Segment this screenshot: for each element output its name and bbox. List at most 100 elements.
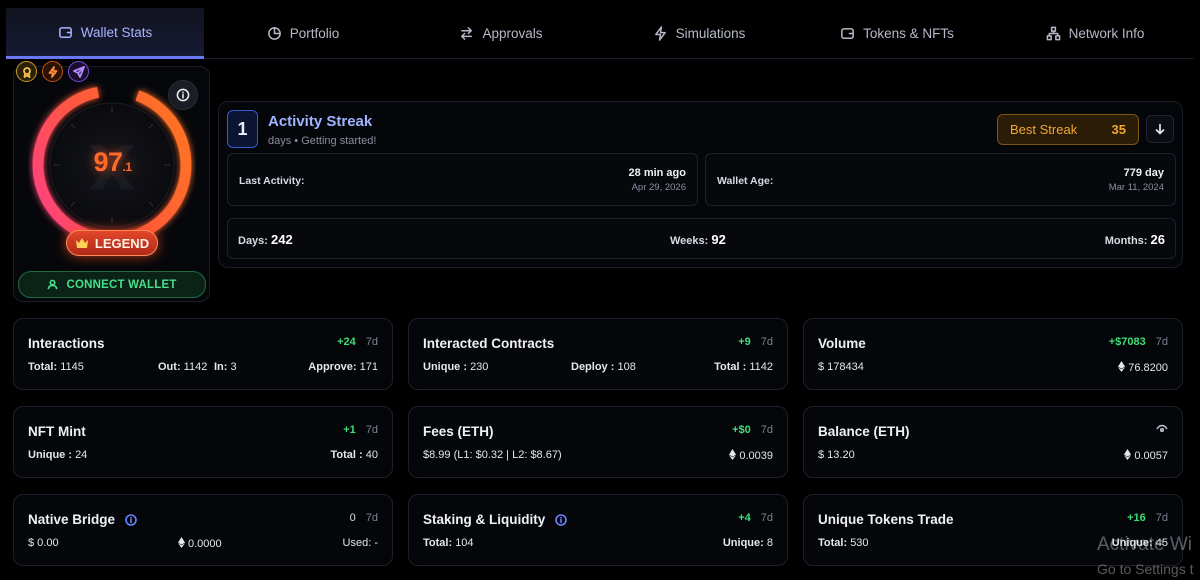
total-label: Total: xyxy=(818,537,848,549)
tab-tokens-nfts[interactable]: Tokens & NFTs xyxy=(798,8,996,59)
months-value: 26 xyxy=(1150,232,1165,247)
best-streak-value: 35 xyxy=(1111,122,1126,137)
usd-value: $ 13.20 xyxy=(818,449,855,461)
lightning-icon xyxy=(654,26,666,41)
card-delta: 0 7d xyxy=(350,512,378,524)
total-stat: Total : 1142 xyxy=(714,361,773,373)
months-count: Months: 26 xyxy=(1105,232,1165,247)
arrow-down-icon xyxy=(1155,123,1165,135)
last-activity-date: Apr 29, 2026 xyxy=(631,182,686,193)
swap-arrows-icon xyxy=(461,27,473,40)
card-title-text: Volume xyxy=(818,336,866,351)
eth-value: 0.0057 xyxy=(1134,450,1168,462)
ethereum-icon xyxy=(178,537,185,548)
pie-chart-icon xyxy=(267,27,281,40)
card-details: Total: 1145 Out: 1142 In: 3 Approve: 171 xyxy=(28,361,378,375)
send-badge[interactable] xyxy=(68,61,89,82)
rank-label: LEGEND xyxy=(94,235,150,251)
wallet-age-value: 779 day xyxy=(1123,167,1164,179)
score-value: 97.1 xyxy=(14,147,211,178)
connect-wallet-button[interactable]: CONNECT WALLET xyxy=(18,271,206,298)
lightning-badge[interactable] xyxy=(42,61,63,82)
expand-button[interactable] xyxy=(1146,115,1174,143)
eye-icon[interactable] xyxy=(1156,424,1168,434)
medal-badge[interactable] xyxy=(16,61,37,82)
card-title: NFT Mint xyxy=(28,424,86,439)
total-value: 1145 xyxy=(60,361,84,373)
unique-stat: Unique: 8 xyxy=(723,537,773,549)
activation-watermark-subtitle: Go to Settings t xyxy=(1097,561,1194,577)
tab-label: Simulations xyxy=(675,26,746,41)
eth-stat: 0.0000 xyxy=(178,537,222,550)
delta-period: 7d xyxy=(760,512,773,524)
eth-value: 76.8200 xyxy=(1128,362,1168,374)
out-label: Out: xyxy=(158,361,181,373)
delta-period: 7d xyxy=(760,336,773,348)
wallet-icon xyxy=(841,28,854,39)
card-delta: +$0 7d xyxy=(732,424,773,436)
score-decimal: .1 xyxy=(122,160,133,174)
connect-wallet-label: CONNECT WALLET xyxy=(66,278,177,291)
tab-portfolio[interactable]: Portfolio xyxy=(204,8,402,59)
card-details: $8.99 (L1: $0.32 | L2: $8.67) 0.0039 xyxy=(423,449,773,463)
last-activity-info: 28 min ago Apr 29, 2026 xyxy=(629,167,686,193)
fees-card: Fees (ETH) +$0 7d $8.99 (L1: $0.32 | L2:… xyxy=(408,406,788,478)
best-streak-badge[interactable]: Best Streak 35 xyxy=(997,114,1139,145)
rank-badge: LEGEND xyxy=(66,230,158,256)
card-title: Native Bridge xyxy=(28,512,137,527)
days-label: Days: xyxy=(238,235,268,247)
used-stat: Used: - xyxy=(343,537,378,549)
card-title: Staking & Liquidity xyxy=(423,512,568,527)
tab-bar: Wallet Stats Portfolio Approvals Simulat… xyxy=(6,8,1194,59)
card-details: Total: 104 Unique: 8 xyxy=(423,537,773,551)
total-value: 1142 xyxy=(749,361,773,373)
info-icon[interactable] xyxy=(555,513,568,526)
eth-stat: 0.0039 xyxy=(729,449,773,462)
card-delta: +4 7d xyxy=(738,512,773,524)
unique-label: Unique: xyxy=(722,537,764,549)
usd-value: $ 0.00 xyxy=(28,537,59,549)
months-label: Months: xyxy=(1104,235,1148,247)
tab-network-info[interactable]: Network Info xyxy=(996,8,1194,59)
card-details: Unique : 24 Total : 40 xyxy=(28,449,378,463)
score-info-button[interactable] xyxy=(168,80,198,110)
volume-card: Volume +$7083 7d $ 178434 76.8200 xyxy=(803,318,1183,390)
delta-value: +1 xyxy=(343,424,356,436)
weeks-count: Weeks: 92 xyxy=(670,232,726,247)
achievement-badges xyxy=(16,61,89,82)
balance-card: Balance (ETH) $ 13.20 0.0057 xyxy=(803,406,1183,478)
card-title-text: Interactions xyxy=(28,336,105,351)
delta-period: 7d xyxy=(365,512,378,524)
card-delta: +24 7d xyxy=(337,336,378,348)
card-title-text: Unique Tokens Trade xyxy=(818,512,954,527)
tab-approvals[interactable]: Approvals xyxy=(402,8,600,59)
user-icon xyxy=(47,279,58,290)
card-delta: +16 7d xyxy=(1127,512,1168,524)
eth-stat: 76.8200 xyxy=(1118,361,1168,374)
unique-label: Unique : xyxy=(423,361,467,373)
card-delta: +1 7d xyxy=(343,424,378,436)
unique-label: Unique : xyxy=(28,449,72,461)
fees-detail: $8.99 (L1: $0.32 | L2: $8.67) xyxy=(423,449,562,461)
last-activity-label: Last Activity: xyxy=(239,175,305,187)
last-activity-box: Last Activity: 28 min ago Apr 29, 2026 xyxy=(227,153,698,206)
card-details: $ 13.20 0.0057 xyxy=(818,449,1168,463)
deploy-value: 108 xyxy=(617,361,636,373)
lightning-icon xyxy=(48,65,57,78)
wallet-age-label: Wallet Age: xyxy=(717,175,774,187)
delta-period: 7d xyxy=(1155,512,1168,524)
delta-period: 7d xyxy=(365,336,378,348)
tab-simulations[interactable]: Simulations xyxy=(600,8,798,59)
info-icon[interactable] xyxy=(125,513,137,526)
used-label: Used: xyxy=(342,537,372,549)
tab-wallet-stats[interactable]: Wallet Stats xyxy=(6,8,204,59)
interacted-contracts-card: Interacted Contracts +9 7d Unique : 230 … xyxy=(408,318,788,390)
card-details: $ 178434 76.8200 xyxy=(818,361,1168,375)
weeks-label: Weeks: xyxy=(670,235,709,247)
tab-label: Portfolio xyxy=(289,26,340,41)
card-details: Unique : 230 Deploy : 108 Total : 1142 xyxy=(423,361,773,375)
wallet-age-date: Mar 11, 2024 xyxy=(1108,182,1164,193)
total-value: 104 xyxy=(455,537,474,549)
approve-label: Approve: xyxy=(308,361,357,373)
delta-value: +$7083 xyxy=(1108,336,1146,348)
